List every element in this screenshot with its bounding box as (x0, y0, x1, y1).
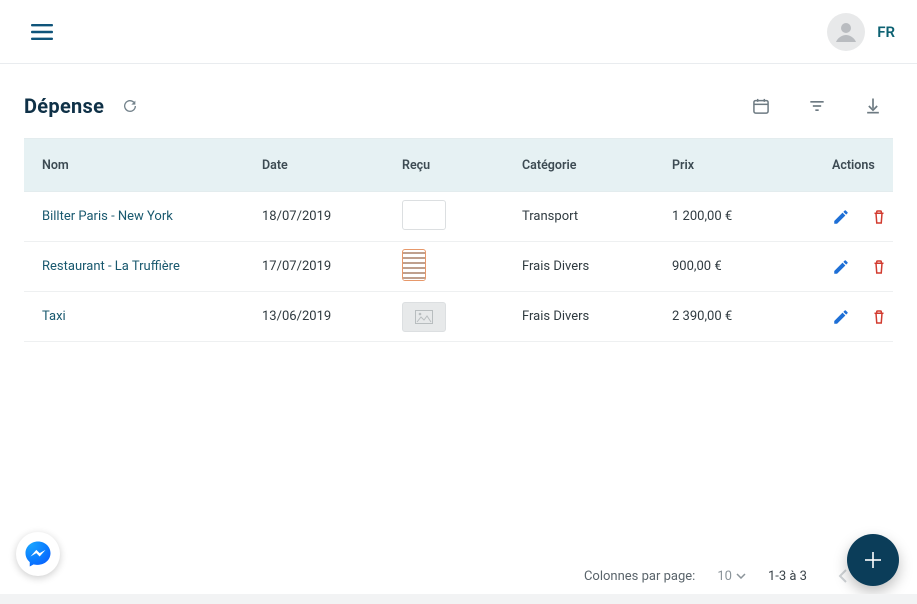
page-range: 1-3 à 3 (768, 569, 807, 584)
cell-price: 900,00 € (672, 259, 832, 274)
appbar-right: FR (827, 13, 895, 51)
col-name: Nom (42, 158, 262, 173)
table-header-row: Nom Date Reçu Catégorie Prix Actions (24, 138, 893, 192)
cell-receipt (402, 302, 522, 332)
chat-button[interactable] (16, 532, 60, 576)
delete-button[interactable] (870, 208, 888, 226)
rows-per-page-label: Colonnes par page: (584, 569, 695, 584)
cell-actions (832, 208, 910, 226)
delete-button[interactable] (870, 308, 888, 326)
col-category: Catégorie (522, 158, 672, 173)
cell-price: 1 200,00 € (672, 209, 832, 224)
title-actions (747, 92, 893, 120)
receipt-thumb[interactable] (402, 200, 446, 230)
cell-category: Transport (522, 209, 672, 224)
expense-link[interactable]: Taxi (42, 309, 66, 324)
app-bar: FR (0, 0, 917, 64)
title-row: Dépense (24, 92, 893, 120)
cell-actions (832, 308, 910, 326)
cell-actions (832, 258, 910, 276)
trash-icon (870, 208, 888, 226)
table-footer: Colonnes par page: 10 1-3 à 3 (584, 562, 857, 590)
cell-name: Billter Paris - New York (42, 209, 262, 224)
trash-icon (870, 258, 888, 276)
refresh-icon (122, 98, 138, 114)
refresh-button[interactable] (116, 92, 144, 120)
hamburger-icon (31, 24, 53, 40)
filter-button[interactable] (803, 92, 831, 120)
rows-per-page-value: 10 (717, 569, 732, 584)
col-date: Date (262, 158, 402, 173)
table-row: Restaurant - La Truffière 17/07/2019 Frais… (24, 242, 893, 292)
plus-icon (863, 550, 883, 570)
download-button[interactable] (859, 92, 887, 120)
col-receipt: Reçu (402, 158, 522, 173)
cell-date: 17/07/2019 (262, 259, 402, 274)
caret-down-icon (736, 573, 746, 579)
pencil-icon (832, 258, 850, 276)
lang-switch[interactable]: FR (877, 23, 895, 41)
add-expense-fab[interactable] (847, 534, 899, 586)
cell-price: 2 390,00 € (672, 309, 832, 324)
filter-icon (807, 96, 827, 116)
title-left: Dépense (24, 92, 144, 120)
table-body: Billter Paris - New York 18/07/2019 Transp… (24, 192, 893, 342)
cell-receipt (402, 200, 522, 234)
edit-button[interactable] (832, 208, 850, 226)
col-price: Prix (672, 158, 832, 173)
menu-button[interactable] (22, 12, 62, 52)
download-icon (863, 96, 883, 116)
edit-button[interactable] (832, 258, 850, 276)
cell-name: Taxi (42, 309, 262, 324)
page-title: Dépense (24, 94, 104, 118)
pencil-icon (832, 308, 850, 326)
expense-link[interactable]: Billter Paris - New York (42, 209, 173, 224)
messenger-icon (23, 539, 53, 569)
table-row: Billter Paris - New York 18/07/2019 Transp… (24, 192, 893, 242)
receipt-thumb[interactable] (402, 302, 446, 332)
cell-category: Frais Divers (522, 309, 672, 324)
trash-icon (870, 308, 888, 326)
expenses-table: Nom Date Reçu Catégorie Prix Actions Bil… (24, 138, 893, 342)
content: Dépense (0, 64, 917, 342)
avatar[interactable] (827, 13, 865, 51)
cell-category: Frais Divers (522, 259, 672, 274)
pencil-icon (832, 208, 850, 226)
delete-button[interactable] (870, 258, 888, 276)
cell-date: 13/06/2019 (262, 309, 402, 324)
bottom-strip (0, 594, 917, 604)
calendar-icon (751, 96, 771, 116)
chevron-left-icon (838, 568, 848, 584)
cell-date: 18/07/2019 (262, 209, 402, 224)
cell-receipt (402, 249, 522, 284)
image-placeholder-icon (415, 310, 433, 324)
table-row: Taxi 13/06/2019 Frais Divers2 390,00 € (24, 292, 893, 342)
avatar-icon (832, 18, 860, 46)
expense-link[interactable]: Restaurant - La Truffière (42, 259, 180, 274)
col-actions: Actions (832, 158, 910, 173)
date-filter-button[interactable] (747, 92, 775, 120)
cell-name: Restaurant - La Truffière (42, 259, 262, 274)
receipt-thumb[interactable] (402, 249, 426, 281)
edit-button[interactable] (832, 308, 850, 326)
rows-per-page-select[interactable]: 10 (717, 569, 746, 584)
